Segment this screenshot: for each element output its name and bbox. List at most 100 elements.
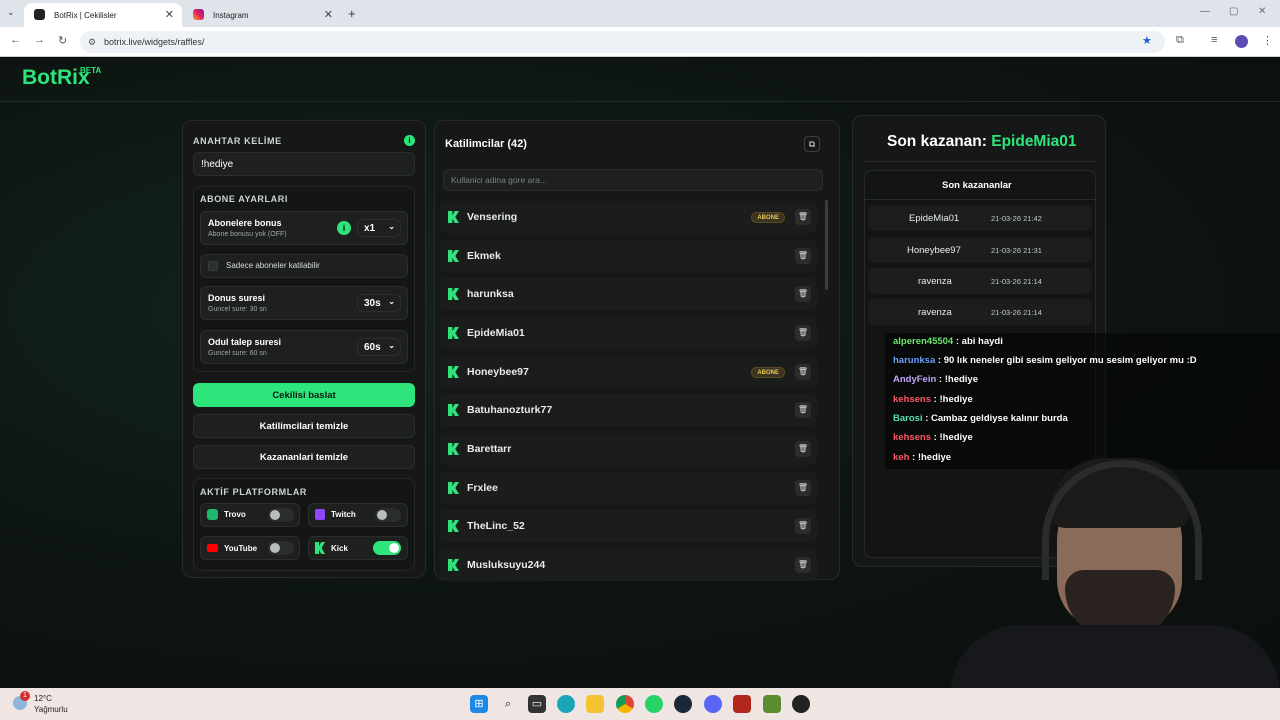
whatsapp-icon[interactable]	[645, 695, 663, 713]
reading-list-icon[interactable]: ≡	[1211, 34, 1217, 46]
winner-divider	[864, 161, 1096, 162]
chat-username: harunksa	[893, 355, 936, 366]
menu-icon[interactable]: ⋮	[1262, 34, 1273, 47]
trash-icon[interactable]: 🗑	[795, 557, 811, 573]
trash-icon[interactable]: 🗑	[795, 286, 811, 302]
participant-search-input[interactable]: Kullanici adina gore ara...	[443, 169, 823, 191]
site-info-icon[interactable]: ⚙	[88, 37, 96, 48]
chrome-icon[interactable]	[616, 695, 634, 713]
trash-icon[interactable]: 🗑	[795, 248, 811, 264]
chat-message: AndyFein : !hediye	[893, 374, 978, 385]
notification-badge: 1	[20, 691, 30, 701]
participant-row[interactable]: Batuhanozturk77 🗑	[440, 394, 817, 426]
subscriber-badge: ABONE	[751, 212, 785, 223]
winner-name: Honeybee97	[907, 245, 961, 256]
participant-row[interactable]: Barettarr 🗑	[440, 433, 817, 465]
tab-title: Instagram	[213, 10, 249, 20]
steam-icon[interactable]	[674, 695, 692, 713]
start-raffle-button[interactable]: Cekilisi baslat	[193, 383, 415, 407]
trovo-toggle[interactable]	[268, 508, 294, 522]
tab-instagram[interactable]: Instagram ✕	[183, 3, 341, 27]
windows-start-icon[interactable]: ⊞	[470, 695, 488, 713]
tab-list-chevron-icon[interactable]: ⌄	[7, 7, 15, 18]
claim-select[interactable]: 60s ⌄	[357, 338, 401, 356]
info-icon[interactable]: i	[404, 135, 415, 146]
trash-icon[interactable]: 🗑	[795, 518, 811, 534]
clear-participants-button[interactable]: Katilimcilari temizle	[193, 414, 415, 438]
participant-row[interactable]: Vensering ABONE 🗑	[440, 201, 817, 233]
only-subs-checkbox[interactable]	[208, 261, 218, 271]
search-icon[interactable]: ⌕	[499, 695, 517, 713]
winner-name: ravenza	[918, 276, 952, 287]
kick-toggle[interactable]	[373, 541, 401, 555]
copy-icon[interactable]: ⧉	[804, 136, 820, 152]
close-icon[interactable]: ✕	[165, 8, 174, 21]
kick-icon	[448, 250, 459, 262]
discord-icon[interactable]	[704, 695, 722, 713]
trash-icon[interactable]: 🗑	[795, 209, 811, 225]
task-view-icon[interactable]: ▭	[528, 695, 546, 713]
trash-icon[interactable]: 🗑	[795, 402, 811, 418]
kick-icon	[448, 327, 459, 339]
winner-row: EpideMia01 21-03-26 21:42	[868, 205, 1092, 231]
edge-icon[interactable]	[557, 695, 575, 713]
participant-name: Batuhanozturk77	[467, 404, 553, 416]
forward-icon[interactable]: →	[34, 34, 45, 46]
minimize-icon[interactable]: —	[1200, 6, 1210, 17]
subscriber-badge: ABONE	[751, 367, 785, 378]
reload-icon[interactable]: ↻	[58, 34, 67, 47]
extensions-icon[interactable]: ⧉	[1176, 34, 1184, 47]
close-icon[interactable]: ✕	[324, 8, 333, 21]
chat-username: keh	[893, 452, 910, 463]
participant-name: Ekmek	[467, 250, 501, 262]
obs-icon[interactable]	[792, 695, 810, 713]
window-close-icon[interactable]: ✕	[1258, 6, 1266, 17]
minecraft-icon[interactable]	[763, 695, 781, 713]
trash-icon[interactable]: 🗑	[795, 441, 811, 457]
participant-row[interactable]: Ekmek 🗑	[440, 240, 817, 272]
url-input[interactable]: botrix.live/widgets/raffles/	[80, 31, 1165, 53]
file-explorer-icon[interactable]	[586, 695, 604, 713]
participant-name: Frxlee	[467, 482, 498, 494]
platform-youtube-label: YouTube	[224, 544, 258, 553]
participant-row[interactable]: harunksa 🗑	[440, 278, 817, 310]
participant-row[interactable]: TheLinc_52 🗑	[440, 510, 817, 542]
participant-row[interactable]: Musluksuyu244 🗑	[440, 549, 817, 581]
winners-title-divider	[864, 199, 1096, 200]
twitch-toggle[interactable]	[375, 508, 401, 522]
clear-winners-button[interactable]: Kazananlari temizle	[193, 445, 415, 469]
chat-username: Barosi	[893, 413, 923, 424]
participant-row[interactable]: Honeybee97 ABONE 🗑	[440, 356, 817, 388]
new-tab-button[interactable]: +	[348, 6, 356, 21]
platform-twitch-label: Twitch	[331, 510, 356, 519]
participant-row[interactable]: EpideMia01 🗑	[440, 317, 817, 349]
trash-icon[interactable]: 🗑	[795, 364, 811, 380]
instagram-favicon-icon	[193, 9, 204, 20]
chat-username: kehsens	[893, 394, 932, 405]
kick-icon	[448, 211, 459, 223]
last-winner-name: EpideMia01	[991, 133, 1077, 150]
bonus-title: Abonelere bonus	[208, 218, 282, 228]
back-icon[interactable]: ←	[10, 34, 21, 46]
trash-icon[interactable]: 🗑	[795, 325, 811, 341]
info-icon[interactable]: i	[337, 221, 351, 235]
profile-avatar[interactable]	[1235, 35, 1248, 48]
chat-text: !hediye	[944, 374, 978, 385]
chat-message: harunksa : 90 lık neneler gibi sesim gel…	[893, 355, 1197, 366]
youtube-toggle[interactable]	[268, 541, 294, 555]
tab-botrix[interactable]: BotRix | Cekilisler ✕	[24, 3, 182, 27]
last-winner-label: Son kazanan:	[887, 133, 987, 150]
trash-icon[interactable]: 🗑	[795, 480, 811, 496]
app-icon[interactable]	[733, 695, 751, 713]
chat-separator: :	[909, 452, 918, 463]
platform-trovo-label: Trovo	[224, 510, 246, 519]
keyword-input[interactable]: !hediye	[193, 152, 415, 176]
bonus-select[interactable]: x1 ⌄	[357, 219, 401, 237]
participant-row[interactable]: Frxlee 🗑	[440, 472, 817, 504]
duration-subtitle: Guncel sure: 30 sn	[208, 306, 267, 313]
duration-select[interactable]: 30s ⌄	[357, 294, 401, 312]
bookmark-star-icon[interactable]: ★	[1142, 34, 1152, 47]
participants-scrollbar[interactable]	[825, 200, 828, 290]
kick-icon	[448, 520, 459, 532]
maximize-icon[interactable]: ▢	[1229, 6, 1238, 17]
